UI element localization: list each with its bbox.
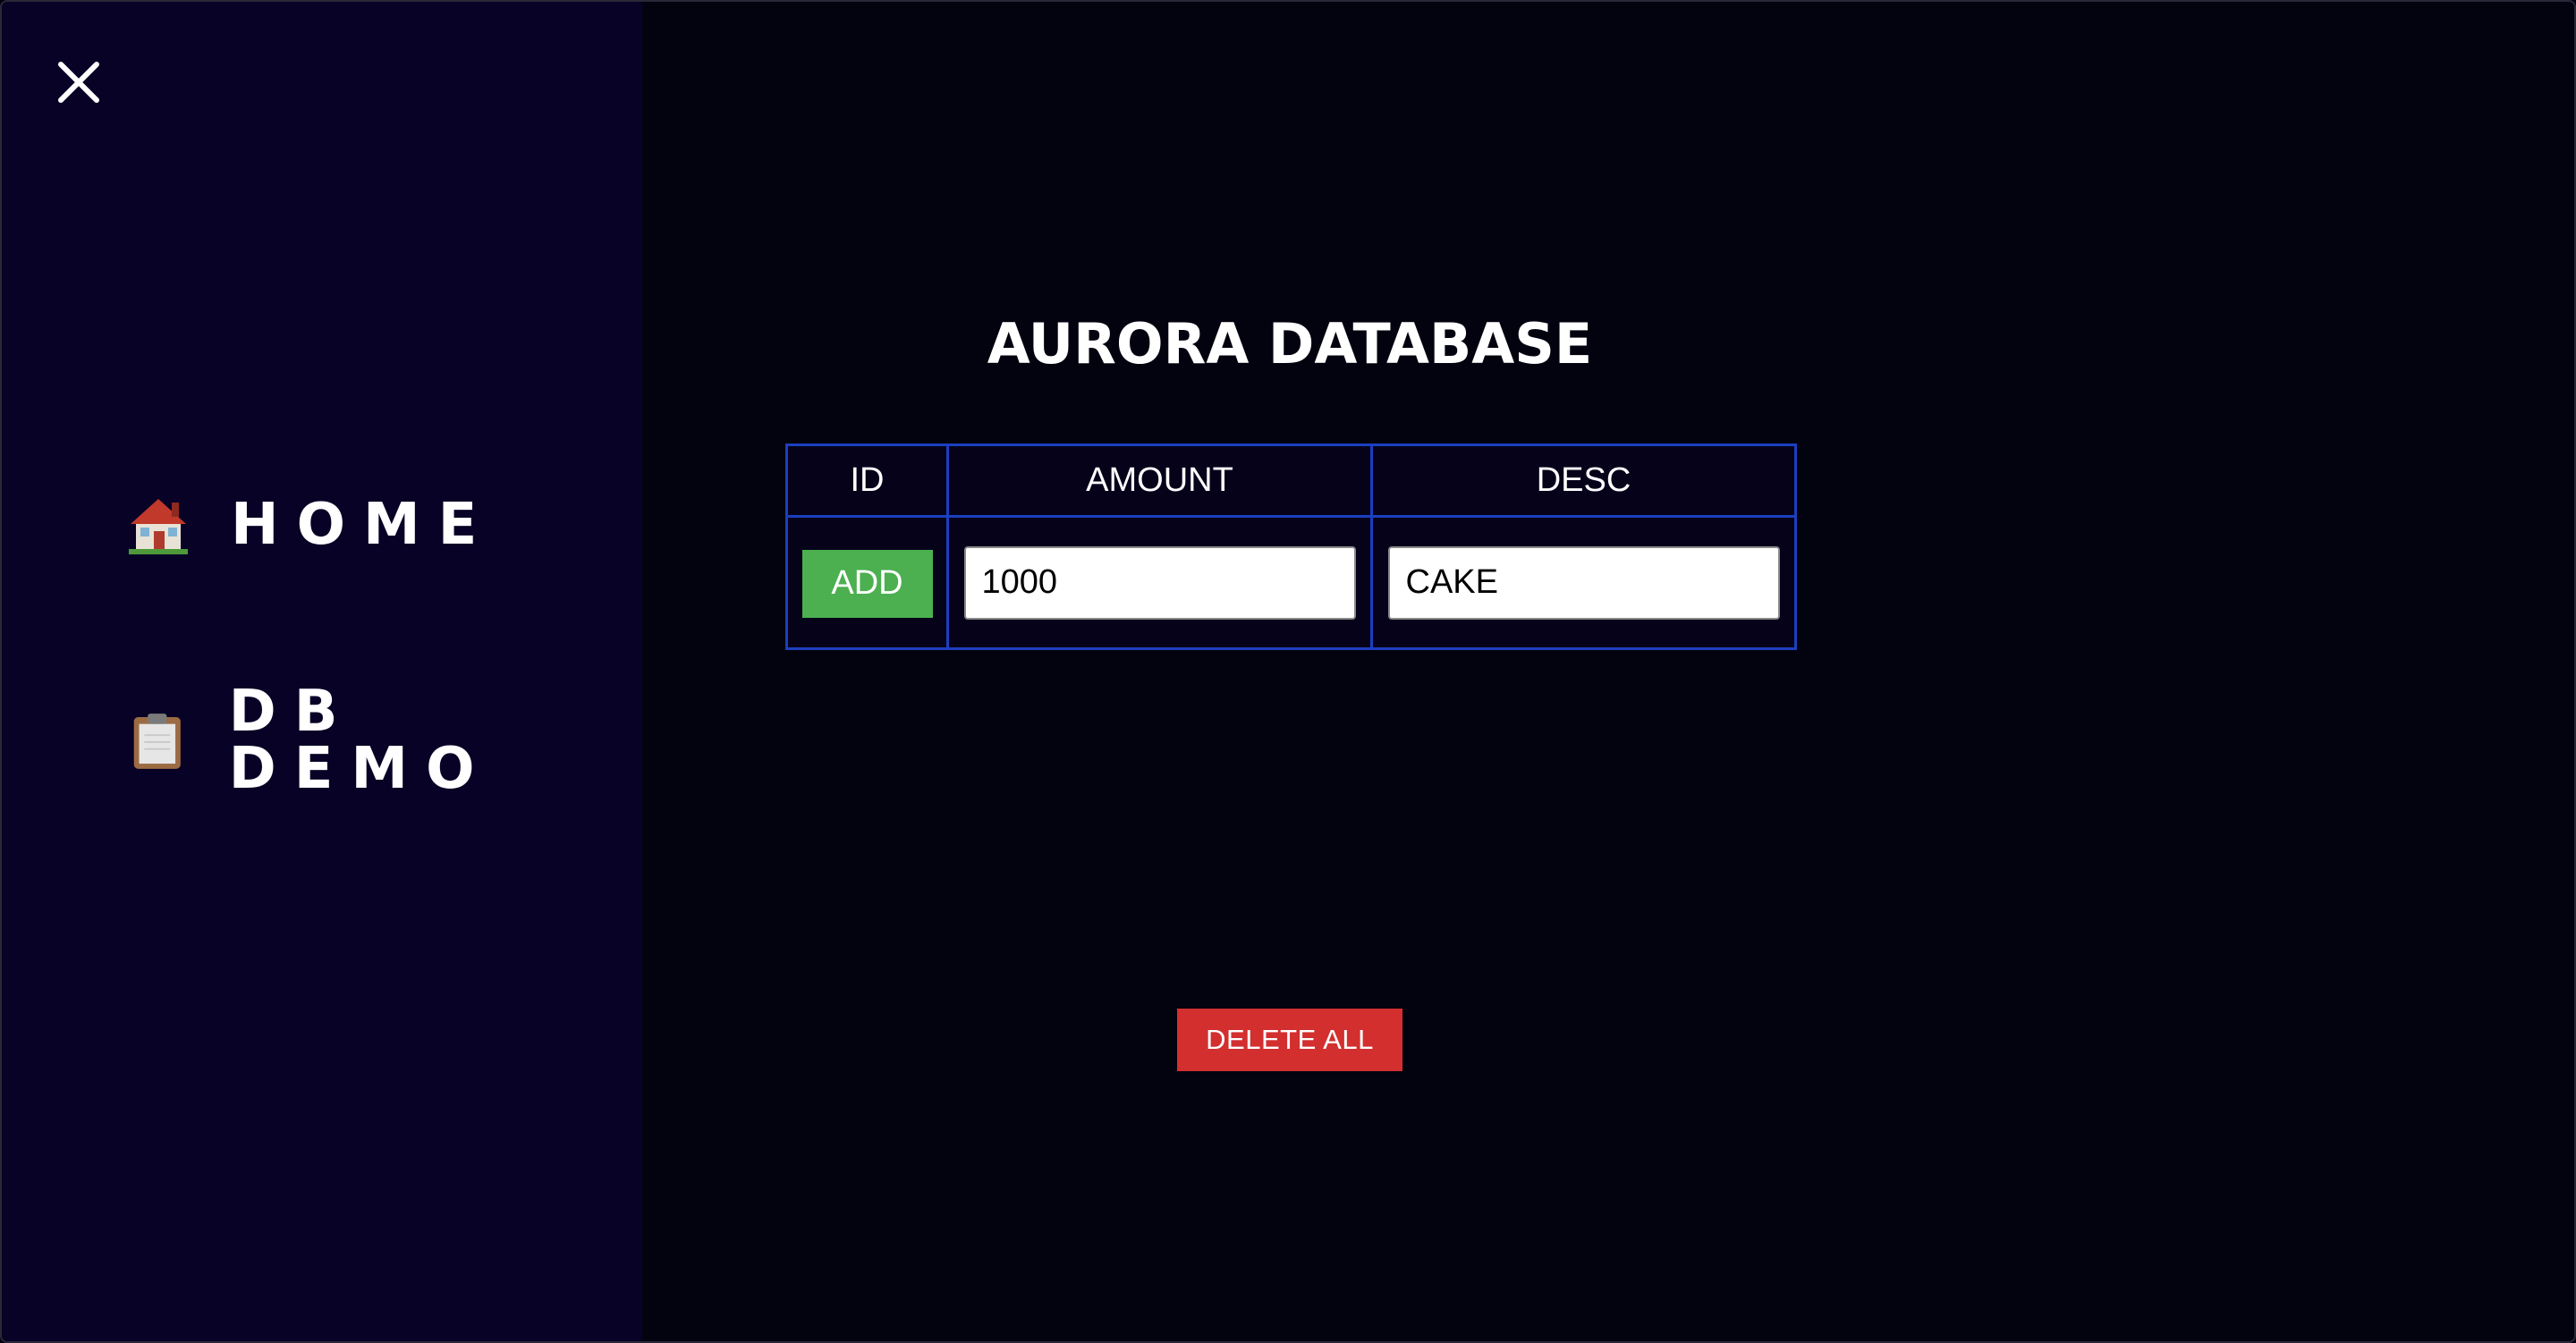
house-icon xyxy=(129,499,188,554)
sidebar: HOME DB DEMO xyxy=(2,2,642,1341)
sidebar-item-home[interactable]: HOME xyxy=(127,494,495,556)
amount-cell xyxy=(946,515,1373,650)
column-header-amount: AMOUNT xyxy=(946,443,1373,518)
table-row: ADD xyxy=(785,515,1797,650)
column-header-id: ID xyxy=(785,443,949,518)
desc-cell xyxy=(1370,515,1797,650)
database-table: ID AMOUNT DESC ADD xyxy=(785,443,1797,650)
table-header-row: ID AMOUNT DESC xyxy=(785,443,1797,518)
close-icon xyxy=(58,62,99,103)
app-window: HOME DB DEMO AURORA DATABASE ID AMOUNT D… xyxy=(0,0,2576,1343)
sidebar-item-label: DB DEMO xyxy=(228,679,493,802)
sidebar-item-db-demo[interactable]: DB DEMO xyxy=(127,683,642,798)
add-button[interactable]: ADD xyxy=(801,549,933,618)
amount-input[interactable] xyxy=(963,545,1356,620)
column-header-desc: DESC xyxy=(1370,443,1797,518)
clipboard-icon xyxy=(133,714,181,769)
delete-all-button[interactable]: DELETE ALL xyxy=(1177,1009,1402,1071)
id-cell: ADD xyxy=(785,515,949,650)
close-sidebar-button[interactable] xyxy=(54,57,104,107)
desc-input[interactable] xyxy=(1387,545,1780,620)
page-title: AURORA DATABASE xyxy=(987,311,1593,376)
sidebar-item-label: HOME xyxy=(231,492,496,558)
